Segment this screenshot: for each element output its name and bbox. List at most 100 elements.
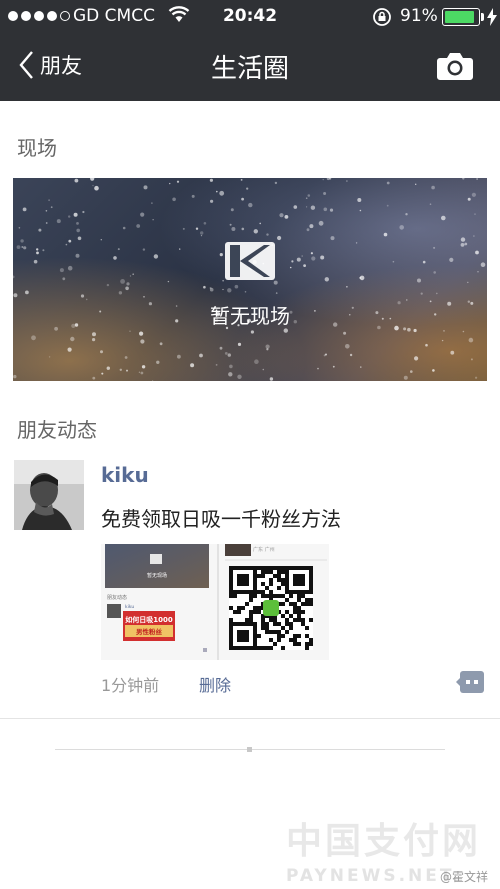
raindrop xyxy=(219,253,223,257)
raindrop xyxy=(324,277,329,282)
raindrop xyxy=(129,330,131,332)
raindrop xyxy=(140,212,145,217)
raindrop xyxy=(462,330,465,333)
raindrop xyxy=(480,262,486,267)
avatar[interactable] xyxy=(14,460,84,530)
delete-button[interactable]: 删除 xyxy=(199,672,231,696)
camera-icon[interactable] xyxy=(436,51,474,81)
raindrop xyxy=(36,251,39,255)
raindrop xyxy=(460,243,465,247)
post-image[interactable]: 暂无现场 朋友动态 kiku 如何日吸1000 男性粉丝 广东 广州 xyxy=(101,544,329,660)
raindrop xyxy=(433,271,437,274)
raindrop xyxy=(219,190,225,196)
raindrop xyxy=(475,250,479,255)
raindrop xyxy=(240,179,243,181)
raindrop xyxy=(332,365,335,368)
raindrop xyxy=(477,271,479,273)
raindrop xyxy=(48,199,50,202)
raindrop xyxy=(82,210,85,214)
raindrop xyxy=(266,348,269,351)
raindrop xyxy=(68,239,72,243)
raindrop xyxy=(323,192,327,195)
raindrop xyxy=(346,286,348,288)
raindrop xyxy=(359,275,365,281)
raindrop xyxy=(94,185,99,191)
thumb-banner-line1: 如何日吸1000 xyxy=(125,615,173,624)
raindrop xyxy=(227,353,231,357)
raindrop xyxy=(405,213,408,216)
raindrop xyxy=(75,253,80,258)
raindrop xyxy=(143,185,148,190)
thumb-live-label: 暂无现场 xyxy=(147,572,167,579)
raindrop xyxy=(113,256,117,260)
watermark-handle: @霍文祥 xyxy=(440,870,489,884)
raindrop xyxy=(425,343,428,347)
raindrop xyxy=(70,336,75,342)
raindrop xyxy=(122,226,126,230)
feed-end-dot xyxy=(247,747,252,752)
raindrop xyxy=(42,249,45,252)
raindrop xyxy=(291,260,294,263)
avatar-photo xyxy=(14,460,84,530)
battery-tip xyxy=(481,13,484,21)
raindrop xyxy=(360,366,362,368)
raindrop xyxy=(468,337,474,343)
raindrop xyxy=(250,330,254,334)
raindrop xyxy=(289,266,292,269)
raindrop xyxy=(475,376,478,379)
raindrop xyxy=(159,342,163,346)
raindrop xyxy=(234,284,239,289)
raindrop xyxy=(436,292,438,295)
raindrop xyxy=(414,356,419,361)
raindrop xyxy=(20,239,24,243)
raindrop xyxy=(67,347,72,352)
raindrop xyxy=(68,215,71,218)
raindrop xyxy=(476,178,478,180)
post-username[interactable]: kiku xyxy=(101,463,149,487)
raindrop xyxy=(323,207,328,212)
raindrop xyxy=(306,206,308,208)
raindrop xyxy=(357,198,362,202)
raindrop xyxy=(45,222,48,224)
thumb-section-label: 朋友动态 xyxy=(107,594,127,601)
raindrop xyxy=(277,235,282,241)
raindrop xyxy=(326,178,330,181)
raindrop xyxy=(45,210,48,212)
raindrop xyxy=(386,204,389,207)
raindrop xyxy=(443,330,445,332)
watermark-cn: 中国支付网 xyxy=(286,821,482,862)
raindrop xyxy=(431,185,435,190)
raindrop xyxy=(349,353,353,357)
raindrop xyxy=(100,239,103,241)
live-card[interactable]: 暂无现场 xyxy=(13,178,487,381)
raindrop xyxy=(415,183,417,185)
raindrop xyxy=(138,371,140,373)
raindrop xyxy=(74,178,79,183)
raindrop xyxy=(92,338,96,342)
raindrop xyxy=(231,227,236,231)
raindrop xyxy=(22,207,27,212)
raindrop xyxy=(449,257,454,262)
raindrop xyxy=(330,236,335,241)
live-section-header: 现场 xyxy=(17,136,57,160)
raindrop xyxy=(323,354,326,357)
raindrop xyxy=(310,252,313,255)
comment-icon[interactable] xyxy=(456,671,484,693)
raindrop xyxy=(460,237,466,242)
raindrop xyxy=(199,353,203,358)
feed-section-header: 朋友动态 xyxy=(17,418,97,442)
raindrop xyxy=(303,264,306,267)
raindrop xyxy=(200,235,203,237)
raindrop xyxy=(126,282,130,286)
raindrop xyxy=(413,328,417,333)
battery-icon xyxy=(442,8,480,26)
raindrop xyxy=(50,206,53,209)
raindrop xyxy=(274,181,278,185)
raindrop xyxy=(36,248,39,251)
top-bar: GD CMCC 20:42 91% 朋友 生活圈 xyxy=(0,0,500,101)
raindrop xyxy=(254,359,259,364)
thumb-banner-line2: 男性粉丝 xyxy=(135,627,163,636)
raindrop xyxy=(169,182,171,185)
raindrop xyxy=(13,293,18,298)
raindrop xyxy=(65,243,68,246)
